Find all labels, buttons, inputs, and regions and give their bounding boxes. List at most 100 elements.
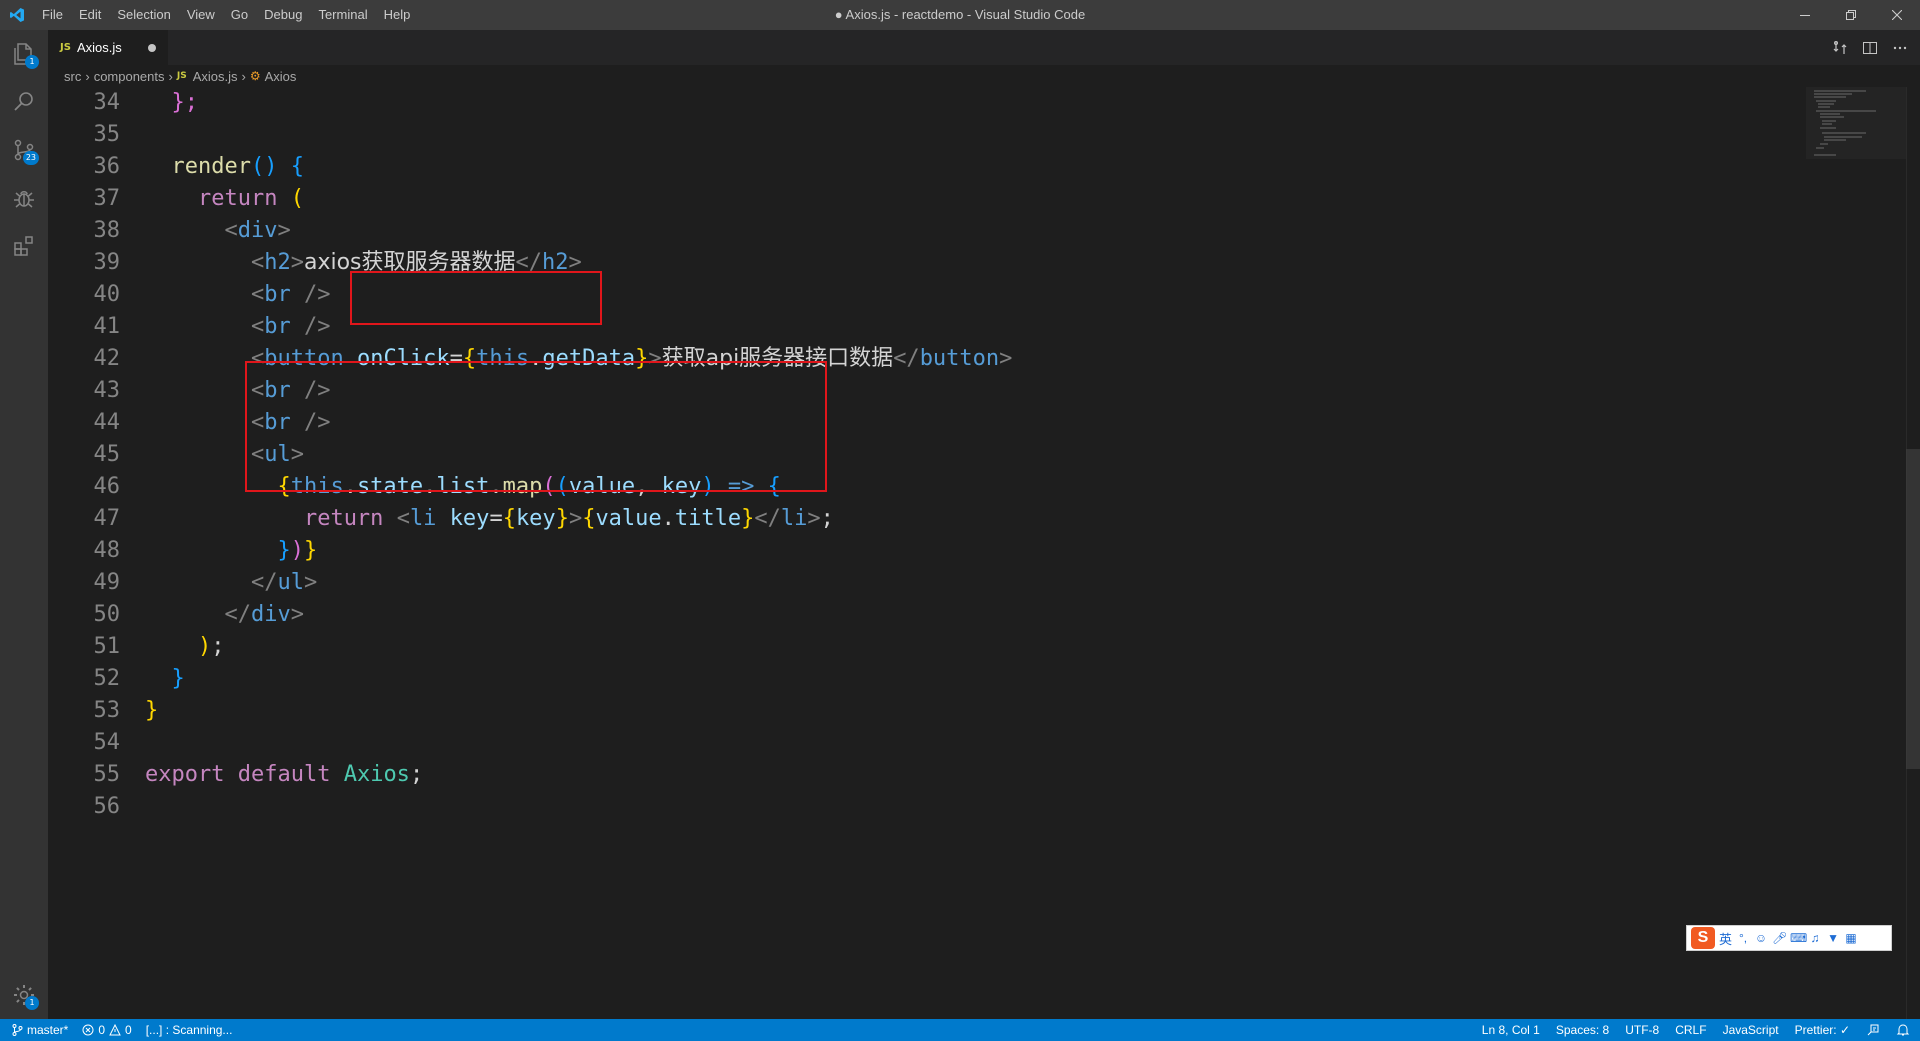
scanning-status[interactable]: [...] : Scanning... (146, 1023, 233, 1037)
line-number: 44 (93, 410, 121, 435)
minimize-button[interactable] (1782, 0, 1828, 30)
code-line-47: return <li key={key}>{value.title}</li>; (303, 506, 834, 531)
minimap[interactable] (1806, 87, 1906, 1019)
line-number: 54 (93, 730, 121, 755)
problems-indicator[interactable]: 0 0 (82, 1023, 132, 1037)
tab-axios-js[interactable]: JS Axios.js (48, 30, 168, 65)
feedback-button[interactable] (1866, 1023, 1880, 1037)
line-number: 55 (93, 762, 121, 787)
line-number: 41 (93, 314, 121, 339)
line-number: 52 (93, 666, 121, 691)
code-line-51: ); (197, 634, 225, 659)
extensions-icon (14, 236, 33, 256)
breadcrumb-file[interactable]: Axios.js (193, 69, 238, 84)
unsaved-dot-icon[interactable] (148, 44, 156, 52)
code-line-38: <div> (224, 218, 291, 243)
menu-file[interactable]: File (34, 0, 71, 30)
minimize-icon (1800, 15, 1810, 16)
menu-help[interactable]: Help (376, 0, 419, 30)
prettier-status[interactable]: Prettier: ✓ (1795, 1023, 1850, 1037)
toolbox-icon[interactable]: ▦ (1844, 931, 1858, 945)
close-icon (1892, 10, 1902, 20)
menu-terminal[interactable]: Terminal (310, 0, 375, 30)
line-number: 51 (93, 634, 121, 659)
code-line-36: render() { (171, 154, 304, 179)
menu-debug[interactable]: Debug (256, 0, 310, 30)
sogou-logo-icon[interactable]: S (1691, 927, 1715, 949)
code-line-43: <br /> (250, 378, 331, 403)
breadcrumb-components[interactable]: components (94, 69, 165, 84)
line-number: 50 (93, 602, 121, 627)
code-editor[interactable]: 34 35 36 37 38 39 40 41 42 43 44 45 46 4… (48, 87, 1920, 1019)
line-number: 35 (93, 122, 121, 147)
end-of-line[interactable]: CRLF (1675, 1023, 1706, 1037)
cursor-position[interactable]: Ln 8, Col 1 (1482, 1023, 1540, 1037)
title-bar: File Edit Selection View Go Debug Termin… (0, 0, 1920, 30)
error-icon (82, 1024, 94, 1036)
restore-icon (1846, 10, 1856, 20)
line-number: 46 (93, 474, 121, 499)
line-number: 34 (93, 90, 121, 115)
line-number: 53 (93, 698, 121, 723)
line-number: 37 (93, 186, 121, 211)
code-content[interactable]: }; render() { return ( <div> <h2>axios获取… (145, 87, 1800, 823)
line-number: 38 (93, 218, 121, 243)
scrollbar-thumb[interactable] (1906, 449, 1920, 769)
window-controls (1782, 0, 1920, 30)
more-actions-icon[interactable] (1892, 40, 1908, 56)
search-icon (14, 92, 33, 111)
source-control-button[interactable]: 23 (0, 126, 48, 174)
code-line-45: <ul> (250, 442, 304, 467)
microphone-icon[interactable]: 🎤︎ (1772, 931, 1787, 945)
ime-toolbar[interactable]: S 英 °, ☺ 🎤︎ ⌨ ♫ ▼ ▦ (1686, 925, 1892, 951)
menu-edit[interactable]: Edit (71, 0, 109, 30)
ime-language[interactable]: 英 (1719, 929, 1732, 948)
skin-icon[interactable]: ▼ (1826, 931, 1840, 945)
keyboard-icon[interactable]: ⌨ (1790, 931, 1807, 945)
code-line-46: {this.state.list.map((value, key) => { (277, 474, 781, 499)
voice-icon[interactable]: ♫ (1808, 931, 1822, 945)
split-editor-icon[interactable] (1862, 40, 1878, 56)
vertical-scrollbar[interactable] (1906, 87, 1920, 1019)
chevron-right-icon: › (241, 68, 246, 84)
search-button[interactable] (0, 78, 48, 126)
warning-count: 0 (125, 1023, 132, 1037)
menu-view[interactable]: View (179, 0, 223, 30)
line-number-gutter: 34 35 36 37 38 39 40 41 42 43 44 45 46 4… (48, 87, 121, 823)
close-button[interactable] (1874, 0, 1920, 30)
encoding[interactable]: UTF-8 (1625, 1023, 1659, 1037)
warning-icon (109, 1024, 121, 1036)
line-number: 43 (93, 378, 121, 403)
line-number: 36 (93, 154, 121, 179)
code-line-37: return ( (197, 186, 304, 211)
git-branch[interactable]: master* (12, 1023, 68, 1037)
punctuation-icon[interactable]: °, (1736, 931, 1750, 945)
emoji-icon[interactable]: ☺ (1754, 931, 1768, 945)
activity-bar: 1 23 1 (0, 30, 48, 1019)
class-symbol-icon: ⚙ (249, 69, 261, 83)
status-bar: master* 0 0 [...] : Scanning... Ln 8, Co… (0, 1019, 1920, 1041)
extensions-button[interactable] (0, 222, 48, 270)
manage-button[interactable]: 1 (0, 971, 48, 1019)
menu-go[interactable]: Go (223, 0, 256, 30)
breadcrumb-symbol[interactable]: Axios (265, 69, 297, 84)
restore-button[interactable] (1828, 0, 1874, 30)
indentation[interactable]: Spaces: 8 (1556, 1023, 1609, 1037)
line-number: 48 (93, 538, 121, 563)
explorer-button[interactable]: 1 (0, 30, 48, 78)
code-line-34: }; (171, 90, 199, 115)
line-number: 47 (93, 506, 121, 531)
line-number: 39 (93, 250, 121, 275)
line-number: 49 (93, 570, 121, 595)
menu-bar: File Edit Selection View Go Debug Termin… (34, 0, 418, 30)
language-mode[interactable]: JavaScript (1723, 1023, 1779, 1037)
breadcrumb-src[interactable]: src (64, 69, 81, 84)
open-changes-icon[interactable] (1832, 40, 1848, 56)
code-line-49: </ul> (250, 570, 318, 595)
menu-selection[interactable]: Selection (109, 0, 178, 30)
code-line-55: export default Axios; (145, 762, 424, 787)
bell-icon (1896, 1024, 1910, 1036)
debug-button[interactable] (0, 174, 48, 222)
notifications-button[interactable] (1896, 1023, 1910, 1037)
